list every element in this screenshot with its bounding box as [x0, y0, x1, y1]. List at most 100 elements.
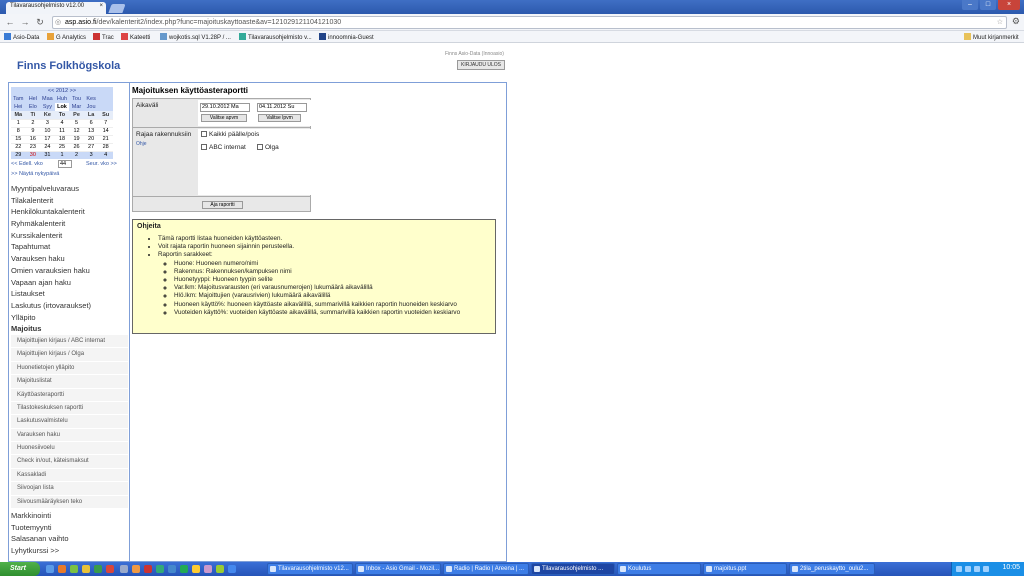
submenu-item[interactable]: Siivousmääräyksen teko	[11, 495, 128, 510]
month-cell[interactable]: Syy	[40, 103, 55, 111]
menu-item[interactable]: Salasanan vaihto	[11, 533, 128, 545]
tray-icon[interactable]	[956, 566, 962, 572]
close-window-icon[interactable]: ×	[998, 0, 1020, 10]
day-cell[interactable]: 1	[54, 150, 70, 159]
day-cell[interactable]: 14	[98, 126, 113, 135]
submenu-item[interactable]: Majoituslistat	[11, 375, 128, 389]
day-cell[interactable]: 28	[98, 142, 113, 151]
day-cell[interactable]: 29	[11, 150, 26, 159]
logout-button[interactable]: KIRJAUDU ULOS	[457, 60, 506, 70]
day-cell[interactable]: 21	[98, 134, 113, 143]
quicklaunch-icon[interactable]	[192, 565, 200, 573]
bookmark-item[interactable]: G Analytics	[47, 33, 86, 41]
help-link[interactable]: Ohje	[136, 141, 147, 147]
toggle-all-checkbox[interactable]: Kaikki päälle/pois	[201, 131, 259, 138]
browser-tab[interactable]: Tilavarausohjelmisto v12.00 ×	[6, 2, 106, 14]
tray-icon[interactable]	[974, 566, 980, 572]
menu-item[interactable]: Varauksen haku	[11, 253, 128, 265]
submenu-item[interactable]: Laskutusvalmistelu	[11, 415, 128, 429]
start-button[interactable]: Start	[0, 562, 40, 576]
day-cell[interactable]: 20	[83, 134, 99, 143]
day-cell[interactable]: 27	[83, 142, 99, 151]
menu-item[interactable]: Tilakalenterit	[11, 195, 128, 207]
quicklaunch-icon[interactable]	[120, 565, 128, 573]
submenu-item[interactable]: Varauksen haku	[11, 428, 128, 443]
day-cell[interactable]: 30	[25, 150, 41, 159]
submenu-item[interactable]: Majoittujien kirjaus / Olga	[11, 348, 128, 362]
menu-item[interactable]: Listaukset	[11, 288, 128, 300]
taskbar-window[interactable]: 2tila_peruskaytto_oulu2...	[789, 563, 875, 575]
day-cell[interactable]: 4	[98, 150, 113, 159]
quicklaunch-icon[interactable]	[46, 565, 54, 573]
submenu-item[interactable]: Check in/out, käteismaksut	[11, 455, 128, 469]
next-week-link[interactable]: Seur. vko >>	[86, 161, 117, 167]
start-date-input[interactable]: 29.10.2012 Ma	[200, 103, 250, 112]
bookmark-item[interactable]: Kateetti	[121, 33, 150, 41]
day-cell[interactable]: 5	[69, 118, 84, 127]
day-cell[interactable]: 22	[11, 142, 26, 151]
menu-item[interactable]: Tuotemyynti	[11, 522, 128, 534]
submenu-item[interactable]: Kassakladi	[11, 468, 128, 483]
day-cell[interactable]: 24	[40, 142, 55, 151]
show-today-link[interactable]: >> Näytä nykypäivä	[11, 171, 59, 177]
quicklaunch-icon[interactable]	[156, 565, 164, 573]
bookmark-item[interactable]: Asio-Data	[4, 33, 39, 41]
menu-item[interactable]: Markkinointi	[11, 510, 128, 522]
quicklaunch-icon[interactable]	[180, 565, 188, 573]
quicklaunch-icon[interactable]	[94, 565, 102, 573]
day-cell[interactable]: 2	[69, 150, 84, 159]
close-tab-icon[interactable]: ×	[99, 3, 103, 9]
day-cell[interactable]: 31	[40, 150, 55, 159]
month-cell[interactable]: Tou	[69, 95, 84, 103]
day-cell[interactable]: 17	[40, 134, 55, 143]
quicklaunch-icon[interactable]	[82, 565, 90, 573]
quicklaunch-icon[interactable]	[132, 565, 140, 573]
taskbar-window[interactable]: Tilavarausohjelmisto v12...	[267, 563, 353, 575]
year-nav[interactable]: << 2012 >>	[11, 87, 113, 95]
taskbar-window[interactable]: majoitus.ppt	[703, 563, 787, 575]
day-cell[interactable]: 8	[11, 126, 26, 135]
quicklaunch-icon[interactable]	[168, 565, 176, 573]
submenu-item[interactable]: Majoittujien kirjaus / ABC internat	[11, 334, 128, 349]
prev-week-link[interactable]: << Edell. vko	[11, 161, 43, 167]
taskbar-window-active[interactable]: Tilavarausohjelmisto ...	[531, 563, 615, 575]
quicklaunch-icon[interactable]	[216, 565, 224, 573]
bookmark-item[interactable]: Trac	[93, 33, 114, 41]
day-cell[interactable]: 16	[25, 134, 41, 143]
bookmark-item[interactable]: wojkotis.sql V1.28P / ...	[160, 33, 231, 41]
quicklaunch-icon[interactable]	[58, 565, 66, 573]
day-cell[interactable]: 3	[83, 150, 99, 159]
week-number-input[interactable]: 44	[58, 160, 72, 168]
month-cell[interactable]: Jou	[83, 103, 99, 111]
maximize-icon[interactable]: □	[980, 0, 996, 10]
bookmark-star-icon[interactable]: ☆	[997, 17, 1003, 28]
menu-item[interactable]: Laskutus (irtovaraukset)	[11, 300, 128, 312]
submenu-item[interactable]: Tilastokeskuksen raportti	[11, 401, 128, 416]
new-tab-button[interactable]	[108, 4, 126, 13]
menu-item[interactable]: Tapahtumat	[11, 241, 128, 253]
day-cell[interactable]: 10	[40, 126, 55, 135]
menu-item[interactable]: Henkilökuntakalenterit	[11, 206, 128, 218]
building-checkbox-abc[interactable]: ABC internat	[201, 144, 246, 151]
wrench-icon[interactable]: ⚙	[1012, 16, 1020, 27]
month-cell[interactable]: Hel	[25, 95, 41, 103]
month-cell[interactable]: Elo	[25, 103, 41, 111]
end-date-input[interactable]: 04.11.2012 Su	[257, 103, 307, 112]
day-cell[interactable]: 19	[69, 134, 84, 143]
day-cell[interactable]: 25	[54, 142, 70, 151]
quicklaunch-icon[interactable]	[228, 565, 236, 573]
taskbar-window[interactable]: Koulutus	[617, 563, 701, 575]
pick-end-date-button[interactable]: Valitse lpvm	[258, 114, 301, 122]
quicklaunch-icon[interactable]	[70, 565, 78, 573]
building-checkbox-olga[interactable]: Olga	[257, 144, 279, 151]
day-cell[interactable]: 15	[11, 134, 26, 143]
month-cell[interactable]: Huh	[54, 95, 70, 103]
day-cell[interactable]: 2	[25, 118, 41, 127]
submenu-item[interactable]: Siivoojan lista	[11, 482, 128, 496]
day-cell[interactable]: 11	[54, 126, 70, 135]
tray-icon[interactable]	[965, 566, 971, 572]
day-cell[interactable]: 6	[83, 118, 99, 127]
day-cell[interactable]: 18	[54, 134, 70, 143]
submenu-item[interactable]: Huonetietojen ylläpito	[11, 361, 128, 376]
menu-item[interactable]: Omien varauksien haku	[11, 265, 128, 277]
